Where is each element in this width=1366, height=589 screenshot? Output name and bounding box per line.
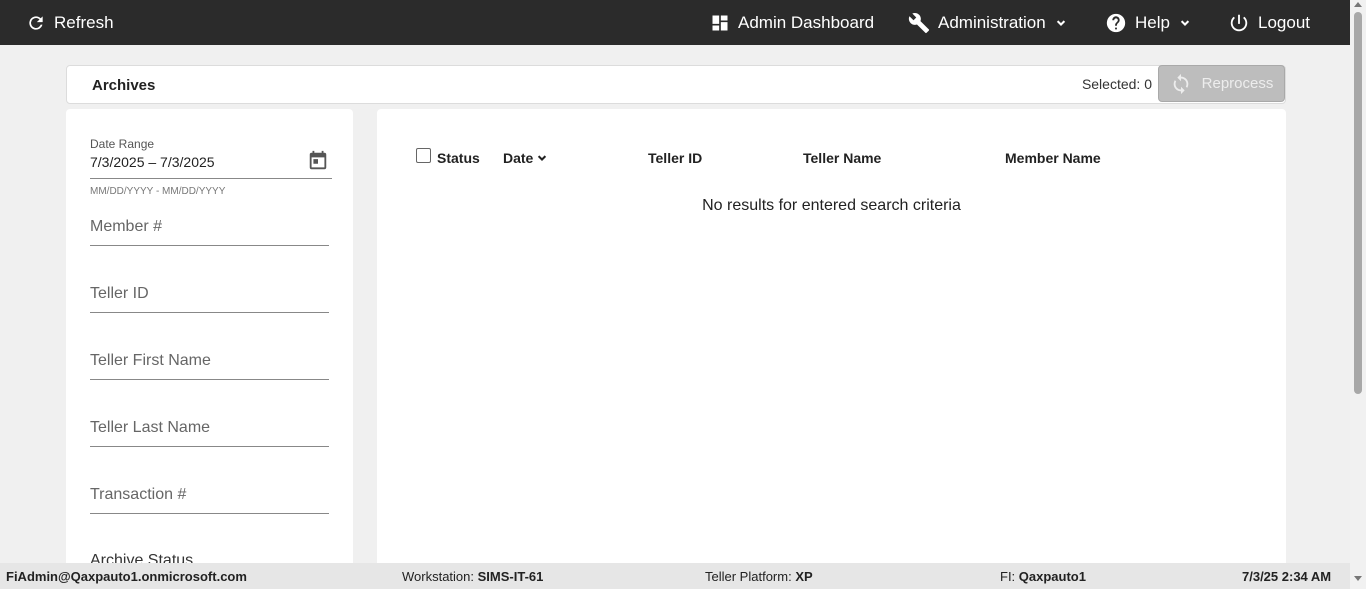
admin-dashboard-label: Admin Dashboard (738, 12, 875, 32)
fi-label: FI: (1000, 569, 1019, 584)
filter-panel: Date Range 7/3/2025 – 7/3/2025 MM/DD/YYY… (66, 109, 353, 569)
help-icon (1106, 13, 1126, 32)
date-range-input[interactable]: 7/3/2025 – 7/3/2025 (90, 154, 215, 170)
teller-last-name-input[interactable] (90, 417, 329, 437)
logout-label: Logout (1258, 12, 1310, 32)
power-icon (1230, 14, 1248, 31)
archives-header: Archives Selected: 0 (66, 65, 1286, 104)
help-label: Help (1135, 12, 1170, 32)
member-input[interactable] (90, 216, 329, 236)
refresh-icon (29, 15, 43, 30)
reprocess-button[interactable]: Reprocess (1158, 65, 1285, 102)
scroll-down-icon[interactable] (1354, 576, 1362, 581)
results-panel: Status Date Teller ID Teller Name Member… (377, 109, 1286, 569)
teller-first-name-input[interactable] (90, 350, 329, 370)
date-range-label: Date Range (90, 137, 155, 151)
teller-first-name-field (90, 350, 329, 380)
date-range-hint: MM/DD/YYYY - MM/DD/YYYY (90, 186, 226, 197)
workstation-value: SIMS-IT-61 (477, 569, 544, 584)
selected-count: Selected: 0 (1081, 76, 1152, 92)
admin-dashboard-link[interactable]: Admin Dashboard (710, 0, 874, 45)
chevron-down-icon (1180, 19, 1190, 26)
chevron-down-icon (1056, 19, 1065, 26)
column-date-label: Date (503, 150, 534, 166)
footer-user: FiAdmin@Qaxpauto1.onmicrosoft.com (6, 569, 247, 584)
platform-value: XP (795, 569, 813, 584)
teller-id-field (90, 283, 329, 313)
column-member-name[interactable]: Member Name (1005, 150, 1101, 166)
empty-state-message: No results for entered search criteria (702, 197, 961, 214)
transaction-input[interactable] (90, 484, 329, 504)
scrollbar-thumb[interactable] (1354, 12, 1362, 394)
column-status[interactable]: Status (437, 150, 480, 166)
transaction-field (90, 484, 329, 514)
refresh-icon (1173, 73, 1188, 94)
chevron-down-icon (538, 155, 547, 161)
dashboard-icon (712, 15, 728, 30)
top-navbar: Refresh Admin Dashboard Administration H… (0, 0, 1366, 45)
help-menu[interactable]: Help (1105, 0, 1192, 45)
page-title: Archives (92, 77, 156, 94)
fi-value: Qaxpauto1 (1018, 569, 1086, 584)
calendar-icon[interactable] (307, 150, 329, 177)
scroll-up-icon[interactable] (1354, 2, 1362, 7)
column-date[interactable]: Date (503, 150, 549, 166)
logout-button[interactable]: Logout (1228, 0, 1310, 45)
footer-datetime: 7/3/25 2:34 AM (1242, 569, 1332, 584)
footer-workstation: Workstation: SIMS-IT-61 (402, 569, 543, 584)
refresh-button[interactable]: Refresh (26, 0, 114, 45)
workstation-label: Workstation: (402, 569, 478, 584)
teller-id-input[interactable] (90, 283, 329, 303)
wrench-icon (908, 12, 930, 33)
administration-menu[interactable]: Administration (908, 0, 1068, 45)
select-all-checkbox[interactable] (416, 148, 431, 163)
date-range-underline (90, 178, 332, 179)
column-teller-id[interactable]: Teller ID (648, 150, 702, 166)
teller-last-name-field (90, 417, 329, 447)
footer-fi: FI: Qaxpauto1 (1000, 569, 1086, 584)
administration-label: Administration (938, 12, 1046, 32)
footer-platform: Teller Platform: XP (705, 569, 813, 584)
member-field (90, 216, 329, 246)
page-scrollbar[interactable] (1350, 0, 1366, 589)
platform-label: Teller Platform: (705, 569, 796, 584)
column-teller-name[interactable]: Teller Name (803, 150, 881, 166)
status-footer: FiAdmin@Qaxpauto1.onmicrosoft.com Workst… (0, 563, 1350, 589)
reprocess-label: Reprocess (1201, 75, 1274, 92)
refresh-label: Refresh (54, 12, 114, 32)
